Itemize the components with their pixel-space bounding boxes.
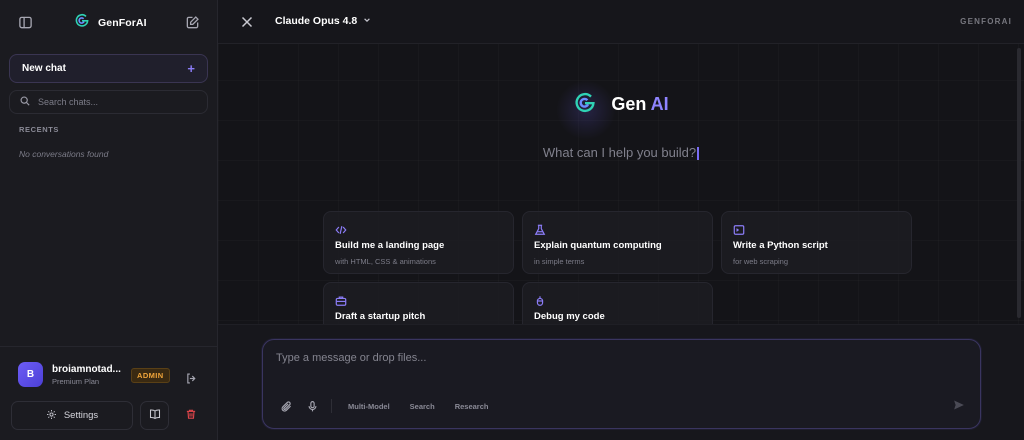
send-icon xyxy=(953,398,965,416)
composer-tools: Multi-Model Search Research xyxy=(277,397,494,415)
suggestion-card[interactable]: Write a Python script for web scraping xyxy=(721,211,912,274)
message-input[interactable] xyxy=(276,352,966,372)
book-icon xyxy=(149,407,161,425)
logo-icon xyxy=(74,12,90,33)
admin-badge: ADMIN xyxy=(131,368,170,383)
text-caret xyxy=(697,147,700,161)
close-icon[interactable] xyxy=(236,11,258,33)
terminal-icon xyxy=(733,223,900,235)
new-chat-label: New chat xyxy=(22,63,66,74)
hero: Gen AI xyxy=(218,90,1024,119)
sidebar: GenForAI New chat + RECENTS No conversat… xyxy=(0,0,218,440)
brand-name: GenForAI xyxy=(98,16,147,29)
bug-icon xyxy=(534,294,701,306)
suggestion-title: Debug my code xyxy=(534,311,605,322)
top-bar: Claude Opus 4.8 GENFORAI xyxy=(218,0,1024,44)
suggestion-subtitle: in simple terms xyxy=(534,257,585,266)
plus-icon: + xyxy=(187,61,195,76)
gear-icon xyxy=(46,409,57,423)
new-chat-icon[interactable] xyxy=(181,11,203,33)
user-info: broiamnotad... Premium Plan xyxy=(52,364,121,386)
composer-area: Multi-Model Search Research xyxy=(218,324,1024,440)
hero-title-main: Gen xyxy=(611,94,647,114)
send-button[interactable] xyxy=(948,396,970,418)
suggestion-title: Build me a landing page xyxy=(335,240,445,251)
hero-prompt: What can I help you build? xyxy=(218,145,1024,161)
search-box xyxy=(9,90,208,114)
main-panel: Claude Opus 4.8 GENFORAI Gen AI What can… xyxy=(218,0,1024,440)
search-chip[interactable]: Search xyxy=(404,398,441,415)
suggestion-subtitle: with HTML, CSS & animations xyxy=(335,257,436,266)
hero-logo-icon xyxy=(573,90,597,119)
sidebar-footer: B broiamnotad... Premium Plan ADMIN Sett… xyxy=(0,346,217,440)
scrollbar[interactable] xyxy=(1017,48,1021,318)
code-icon xyxy=(335,223,502,235)
hero-prompt-text: What can I help you build? xyxy=(542,145,697,160)
chevron-down-icon xyxy=(363,15,371,27)
recents-heading: RECENTS xyxy=(19,125,60,134)
search-input[interactable] xyxy=(38,97,197,107)
suggestion-card[interactable]: Build me a landing page with HTML, CSS &… xyxy=(323,211,514,274)
model-selector[interactable]: Claude Opus 4.8 xyxy=(275,15,371,27)
brand: GenForAI xyxy=(74,12,147,33)
user-profile[interactable]: B broiamnotad... Premium Plan xyxy=(18,362,121,387)
docs-button[interactable] xyxy=(140,401,169,430)
divider xyxy=(331,399,332,413)
suggestion-title: Write a Python script xyxy=(733,240,828,251)
suggestion-subtitle: for web scraping xyxy=(733,257,789,266)
avatar: B xyxy=(18,362,43,387)
sidebar-header: GenForAI xyxy=(0,0,217,44)
hero-title: Gen AI xyxy=(611,94,668,115)
user-plan: Premium Plan xyxy=(52,376,100,386)
trash-icon xyxy=(185,407,197,425)
settings-button[interactable]: Settings xyxy=(11,401,133,430)
brand-tag: GENFORAI xyxy=(960,17,1012,26)
suggestion-title: Draft a startup pitch xyxy=(335,311,426,322)
empty-conversations: No conversations found xyxy=(19,149,109,159)
flask-icon xyxy=(534,223,701,235)
user-name: broiamnotad... xyxy=(52,363,121,375)
paperclip-icon[interactable] xyxy=(277,397,295,415)
new-chat-button[interactable]: New chat + xyxy=(9,54,208,83)
multi-model-chip[interactable]: Multi-Model xyxy=(342,398,396,415)
model-name: Claude Opus 4.8 xyxy=(275,15,358,27)
delete-all-button[interactable] xyxy=(176,401,205,430)
search-icon xyxy=(20,93,30,111)
microphone-icon[interactable] xyxy=(303,397,321,415)
suggestion-title: Explain quantum computing xyxy=(534,240,662,251)
hero-title-accent: AI xyxy=(650,94,669,114)
suggestion-card[interactable]: Explain quantum computing in simple term… xyxy=(522,211,713,274)
sidebar-toggle-icon[interactable] xyxy=(14,11,36,33)
composer: Multi-Model Search Research xyxy=(262,339,981,429)
logout-icon[interactable] xyxy=(180,367,202,389)
research-chip[interactable]: Research xyxy=(449,398,495,415)
briefcase-icon xyxy=(335,294,502,306)
settings-label: Settings xyxy=(63,410,99,421)
